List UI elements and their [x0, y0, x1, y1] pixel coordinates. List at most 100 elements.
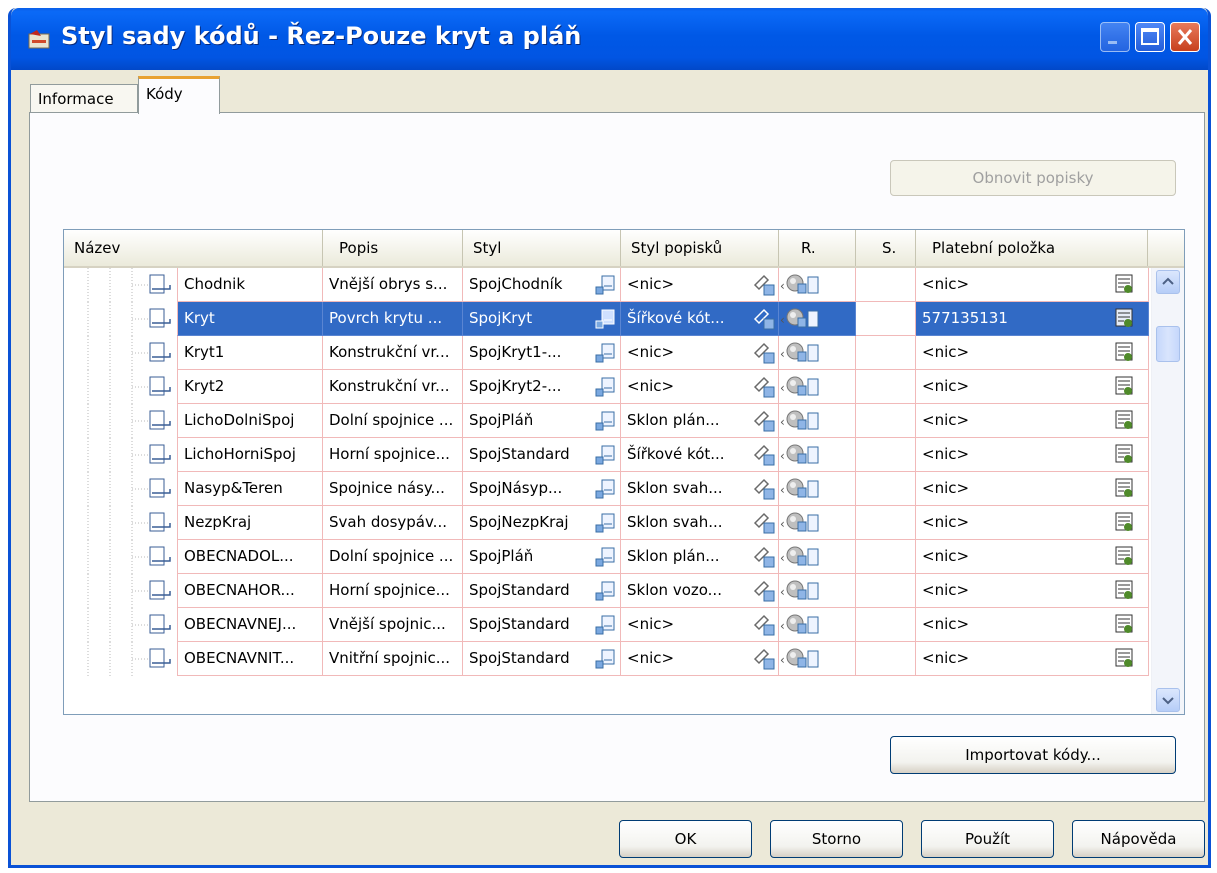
render-material-icon[interactable]: ‹	[780, 272, 824, 298]
cell-s[interactable]	[856, 642, 916, 676]
table-row[interactable]: OBECNAVNEJ... Vnější spojnic... SpojStanda…	[64, 608, 1149, 642]
table-row[interactable]: OBECNAHOR... Horní spojnice... SpojStandar…	[64, 574, 1149, 608]
pay-item-icon[interactable]	[1114, 409, 1136, 433]
cell-s[interactable]	[856, 540, 916, 574]
label-style-picker-icon[interactable]	[752, 579, 776, 603]
pay-item-icon[interactable]	[1114, 375, 1136, 399]
cell-s[interactable]	[856, 608, 916, 642]
style-picker-icon[interactable]	[594, 614, 616, 636]
style-picker-icon[interactable]	[594, 274, 616, 296]
col-header-pay-item[interactable]: Platební položka	[916, 230, 1148, 266]
table-row[interactable]: LichoHorniSpoj Horní spojnice... SpojStand…	[64, 438, 1149, 472]
label-style-picker-icon[interactable]	[752, 443, 776, 467]
cell-name[interactable]: Kryt2	[177, 370, 323, 404]
pay-item-icon[interactable]	[1114, 613, 1136, 637]
table-row[interactable]: Kryt2 Konstrukční vr... SpojKryt2-... <nic>…	[64, 370, 1149, 404]
render-material-icon[interactable]: ‹	[780, 374, 824, 400]
cell-s[interactable]	[856, 302, 916, 336]
col-header-name[interactable]: Název	[64, 230, 323, 266]
scroll-down-button[interactable]	[1156, 688, 1180, 712]
col-header-s[interactable]: S.	[856, 230, 916, 266]
cell-name[interactable]: Kryt	[177, 302, 323, 336]
cell-name[interactable]: NezpKraj	[177, 506, 323, 540]
import-codes-button[interactable]: Importovat kódy...	[890, 736, 1176, 774]
cell-s[interactable]	[856, 574, 916, 608]
table-row[interactable]: Nasyp&Teren Spojnice násy... SpojNásyp... S…	[64, 472, 1149, 506]
scroll-thumb[interactable]	[1156, 326, 1180, 362]
label-style-picker-icon[interactable]	[752, 409, 776, 433]
cell-description[interactable]: Vnitřní spojnic...	[323, 642, 463, 676]
pay-item-icon[interactable]	[1114, 273, 1136, 297]
render-material-icon[interactable]: ‹	[780, 408, 824, 434]
cancel-button[interactable]: Storno	[770, 820, 903, 858]
apply-button[interactable]: Použít	[921, 820, 1054, 858]
cell-description[interactable]: Konstrukční vr...	[323, 370, 463, 404]
cell-name[interactable]: OBECNAVNIT...	[177, 642, 323, 676]
cell-name[interactable]: OBECNAHOR...	[177, 574, 323, 608]
render-material-icon[interactable]: ‹	[780, 544, 824, 570]
style-picker-icon[interactable]	[594, 648, 616, 670]
render-material-icon[interactable]: ‹	[780, 646, 824, 672]
pay-item-icon[interactable]	[1114, 341, 1136, 365]
cell-description[interactable]: Svah dosypáv...	[323, 506, 463, 540]
pay-item-icon[interactable]	[1114, 477, 1136, 501]
cell-s[interactable]	[856, 336, 916, 370]
table-row[interactable]: Chodnik Vnější obrys s... SpojChodník <nic>…	[64, 268, 1149, 302]
cell-s[interactable]	[856, 472, 916, 506]
label-style-picker-icon[interactable]	[752, 545, 776, 569]
table-row[interactable]: LichoDolniSpoj Dolní spojnice ... SpojPláň…	[64, 404, 1149, 438]
label-style-picker-icon[interactable]	[752, 647, 776, 671]
label-style-picker-icon[interactable]	[752, 511, 776, 535]
style-picker-icon[interactable]	[594, 512, 616, 534]
pay-item-icon[interactable]	[1114, 307, 1136, 331]
close-button[interactable]	[1170, 22, 1200, 52]
cell-description[interactable]: Povrch krytu ...	[323, 302, 463, 336]
col-header-style[interactable]: Styl	[463, 230, 621, 266]
cell-name[interactable]: LichoDolniSpoj	[177, 404, 323, 438]
minimize-button[interactable]	[1100, 22, 1130, 52]
label-style-picker-icon[interactable]	[752, 273, 776, 297]
cell-name[interactable]: Nasyp&Teren	[177, 472, 323, 506]
cell-description[interactable]: Spojnice násy...	[323, 472, 463, 506]
render-material-icon[interactable]: ‹	[780, 612, 824, 638]
style-picker-icon[interactable]	[594, 580, 616, 602]
cell-description[interactable]: Dolní spojnice ...	[323, 404, 463, 438]
style-picker-icon[interactable]	[594, 546, 616, 568]
tab-informace[interactable]: Informace	[30, 84, 138, 114]
pay-item-icon[interactable]	[1114, 647, 1136, 671]
render-material-icon[interactable]: ‹	[780, 578, 824, 604]
cell-s[interactable]	[856, 268, 916, 302]
cell-s[interactable]	[856, 438, 916, 472]
pay-item-icon[interactable]	[1114, 511, 1136, 535]
pay-item-icon[interactable]	[1114, 579, 1136, 603]
style-picker-icon[interactable]	[594, 376, 616, 398]
help-button[interactable]: Nápověda	[1072, 820, 1205, 858]
cell-description[interactable]: Horní spojnice...	[323, 438, 463, 472]
title-bar[interactable]: Styl sady kódů - Řez-Pouze kryt a pláň	[11, 8, 1208, 70]
cell-name[interactable]: OBECNAVNEJ...	[177, 608, 323, 642]
pay-item-icon[interactable]	[1114, 443, 1136, 467]
refresh-labels-button[interactable]: Obnovit popisky	[890, 160, 1176, 196]
cell-name[interactable]: Kryt1	[177, 336, 323, 370]
style-picker-icon[interactable]	[594, 342, 616, 364]
cell-s[interactable]	[856, 370, 916, 404]
render-material-icon[interactable]: ‹	[780, 306, 824, 332]
cell-description[interactable]: Dolní spojnice ...	[323, 540, 463, 574]
cell-name[interactable]: OBECNADOL...	[177, 540, 323, 574]
cell-description[interactable]: Vnější obrys s...	[323, 268, 463, 302]
table-row[interactable]: OBECNAVNIT... Vnitřní spojnic... SpojStand…	[64, 642, 1149, 676]
cell-name[interactable]: LichoHorniSpoj	[177, 438, 323, 472]
label-style-picker-icon[interactable]	[752, 341, 776, 365]
render-material-icon[interactable]: ‹	[780, 442, 824, 468]
table-row[interactable]: OBECNADOL... Dolní spojnice ... SpojPláň Sk…	[64, 540, 1149, 574]
style-picker-icon[interactable]	[594, 410, 616, 432]
ok-button[interactable]: OK	[619, 820, 752, 858]
cell-description[interactable]: Horní spojnice...	[323, 574, 463, 608]
style-picker-icon[interactable]	[594, 478, 616, 500]
table-row[interactable]: Kryt Povrch krytu ... SpojKryt Šířkové kót.…	[64, 302, 1149, 336]
col-header-r[interactable]: R.	[779, 230, 856, 266]
cell-name[interactable]: Chodnik	[177, 268, 323, 302]
label-style-picker-icon[interactable]	[752, 307, 776, 331]
cell-description[interactable]: Vnější spojnic...	[323, 608, 463, 642]
tab-kody[interactable]: Kódy	[138, 76, 220, 114]
